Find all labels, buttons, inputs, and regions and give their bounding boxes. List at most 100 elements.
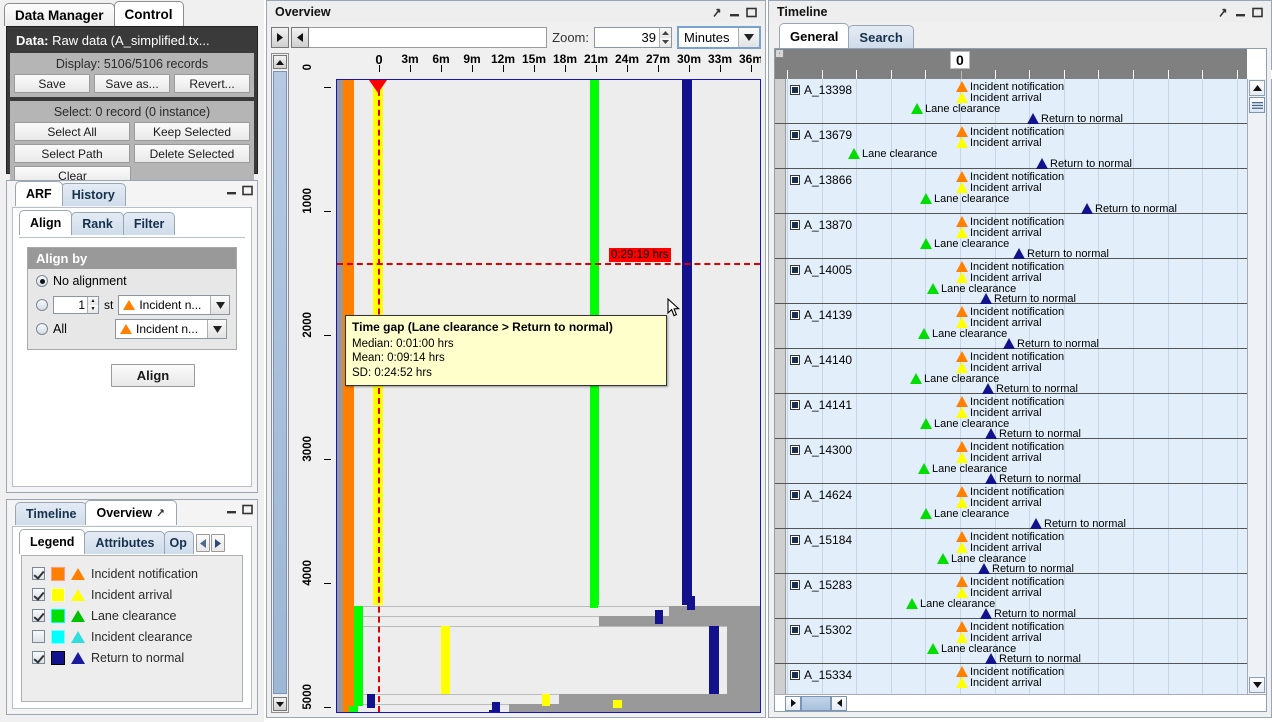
- radio-all[interactable]: [36, 323, 48, 335]
- timeline-scroll-thumb[interactable]: [1249, 97, 1265, 113]
- hscroll-right-icon[interactable]: [785, 696, 801, 711]
- row-id[interactable]: A_14140: [790, 353, 852, 367]
- hscroll-left-icon[interactable]: [831, 696, 847, 711]
- timeline-row[interactable]: A_13398Incident notificationIncident arr…: [775, 79, 1247, 124]
- tab-options[interactable]: Op: [164, 531, 194, 554]
- row-id[interactable]: A_15334: [790, 668, 852, 682]
- row-select-icon[interactable]: [790, 355, 800, 365]
- row-gutter[interactable]: [775, 79, 786, 123]
- tab-history[interactable]: History: [61, 183, 126, 206]
- row-select-icon[interactable]: [790, 490, 800, 500]
- scroll-right-icon[interactable]: [271, 27, 289, 48]
- timeline-ruler[interactable]: · 0: [775, 49, 1247, 79]
- row-id[interactable]: A_13398: [790, 83, 852, 97]
- legend-item-lane-clearance[interactable]: Lane clearance: [22, 605, 242, 626]
- scroll-tabs-left-icon[interactable]: [196, 534, 210, 552]
- row-gutter[interactable]: [775, 484, 786, 528]
- chevron-down-icon[interactable]: [207, 320, 226, 338]
- timeline-row[interactable]: A_14141Incident notificationIncident arr…: [775, 394, 1247, 439]
- radio-row-nth[interactable]: 1 ▲▼ st Incident n...: [28, 293, 236, 317]
- float-icon[interactable]: [1218, 7, 1229, 18]
- minimize-icon[interactable]: [1235, 7, 1246, 18]
- row-select-icon[interactable]: [790, 535, 800, 545]
- row-gutter[interactable]: [775, 259, 786, 303]
- nth-stepper-arrows[interactable]: ▲▼: [87, 297, 98, 313]
- tab-general[interactable]: General: [779, 23, 849, 48]
- timeline-row[interactable]: A_15184Incident notificationIncident arr…: [775, 529, 1247, 574]
- maximize-icon[interactable]: [242, 504, 253, 518]
- row-gutter[interactable]: [775, 529, 786, 573]
- event-incident-arrival[interactable]: Incident arrival: [956, 677, 1042, 689]
- row-id[interactable]: A_14005: [790, 263, 852, 277]
- stepper-up-icon[interactable]: ▲: [88, 297, 98, 305]
- float-icon[interactable]: [712, 7, 723, 18]
- overview-scroll-thumb[interactable]: [273, 71, 287, 694]
- row-select-icon[interactable]: [790, 85, 800, 95]
- row-select-icon[interactable]: [790, 580, 800, 590]
- minimize-icon[interactable]: [226, 185, 237, 199]
- zoom-down-icon[interactable]: [660, 38, 671, 48]
- timeline-row[interactable]: A_15302Incident notificationIncident arr…: [775, 619, 1247, 664]
- chevron-down-icon[interactable]: [210, 296, 229, 314]
- select-path-button[interactable]: Select Path: [14, 144, 130, 163]
- maximize-icon[interactable]: [242, 185, 253, 199]
- row-id[interactable]: A_14139: [790, 308, 852, 322]
- chevron-down-icon[interactable]: [738, 28, 759, 47]
- timeline-row[interactable]: A_15334Incident notificationIncident arr…: [775, 664, 1247, 694]
- radio-no-alignment[interactable]: [36, 275, 48, 287]
- overview-horizontal-scrollbar[interactable]: [271, 27, 547, 48]
- timeline-row[interactable]: A_13870Incident notificationIncident arr…: [775, 214, 1247, 259]
- row-select-icon[interactable]: [790, 130, 800, 140]
- row-select-icon[interactable]: [790, 445, 800, 455]
- row-id[interactable]: A_13679: [790, 128, 852, 142]
- row-gutter[interactable]: [775, 349, 786, 393]
- zoom-unit-combo[interactable]: Minutes: [677, 26, 761, 49]
- minimize-icon[interactable]: [729, 7, 740, 18]
- tab-control[interactable]: Control: [114, 1, 184, 26]
- row-id[interactable]: A_14300: [790, 443, 852, 457]
- timeline-row[interactable]: A_14005Incident notificationIncident arr…: [775, 259, 1247, 304]
- tab-timeline-legend[interactable]: Timeline: [15, 502, 87, 525]
- event-lane-clearance[interactable]: Lane clearance: [920, 193, 1009, 205]
- row-id[interactable]: A_15184: [790, 533, 852, 547]
- tab-attributes[interactable]: Attributes: [84, 531, 165, 554]
- legend-item-return-to-normal[interactable]: Return to normal: [22, 647, 242, 668]
- row-select-icon[interactable]: [790, 175, 800, 185]
- row-gutter[interactable]: [775, 664, 786, 694]
- nth-event-combo[interactable]: Incident n...: [118, 295, 230, 315]
- zoom-stepper[interactable]: 39: [594, 27, 672, 48]
- legend-checkbox-incident-notification[interactable]: [32, 567, 45, 580]
- row-gutter[interactable]: [775, 169, 786, 213]
- row-select-icon[interactable]: [790, 400, 800, 410]
- row-id[interactable]: A_14624: [790, 488, 852, 502]
- legend-item-incident-clearance[interactable]: Incident clearance: [22, 626, 242, 647]
- minimize-icon[interactable]: [226, 504, 237, 518]
- timeline-row[interactable]: A_13679Incident notificationIncident arr…: [775, 124, 1247, 169]
- scroll-down-icon[interactable]: [273, 697, 287, 711]
- timeline-row[interactable]: A_14300Incident notificationIncident arr…: [775, 439, 1247, 484]
- legend-checkbox-lane-clearance[interactable]: [32, 609, 45, 622]
- row-id[interactable]: A_13866: [790, 173, 852, 187]
- timeline-row[interactable]: A_14624Incident notificationIncident arr…: [775, 484, 1247, 529]
- maximize-icon[interactable]: [1252, 7, 1263, 18]
- row-id[interactable]: A_15302: [790, 623, 852, 637]
- scroll-down-icon[interactable]: [1249, 677, 1265, 693]
- scroll-tabs-right-icon[interactable]: [211, 534, 225, 552]
- legend-item-incident-arrival[interactable]: Incident arrival: [22, 584, 242, 605]
- align-button[interactable]: Align: [111, 364, 195, 387]
- row-select-icon[interactable]: [790, 625, 800, 635]
- legend-checkbox-incident-arrival[interactable]: [32, 588, 45, 601]
- stepper-down-icon[interactable]: ▼: [88, 305, 98, 313]
- scroll-up-icon[interactable]: [1249, 80, 1265, 96]
- nth-stepper[interactable]: 1 ▲▼: [53, 296, 99, 314]
- timeline-row[interactable]: A_14139Incident notificationIncident arr…: [775, 304, 1247, 349]
- radio-nth[interactable]: [36, 299, 48, 311]
- row-gutter[interactable]: [775, 394, 786, 438]
- overview-plot-area[interactable]: 03m6m9m12m15m18m21m24m27m30m33m36m3 0100…: [291, 53, 761, 713]
- row-gutter[interactable]: [775, 304, 786, 348]
- row-gutter[interactable]: [775, 214, 786, 258]
- maximize-icon[interactable]: [746, 7, 757, 18]
- timeline-row[interactable]: A_14140Incident notificationIncident arr…: [775, 349, 1247, 394]
- event-incident-arrival[interactable]: Incident arrival: [956, 137, 1042, 149]
- scroll-up-icon[interactable]: [273, 55, 287, 69]
